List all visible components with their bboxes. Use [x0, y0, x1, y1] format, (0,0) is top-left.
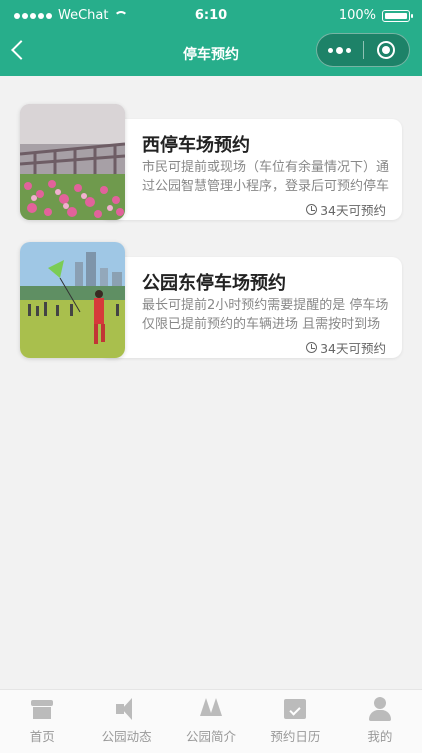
parking-card-east[interactable]: 公园东停车场预约 最长可提前2小时预约需要提醒的是 停车场仅限已提前预约的车辆进… [20, 242, 402, 358]
battery-label: 100% [338, 8, 376, 23]
tab-profile[interactable]: 我的 [338, 690, 422, 753]
card-thumbnail [20, 242, 125, 358]
tab-home[interactable]: 首页 [0, 690, 84, 753]
card-thumbnail [20, 104, 125, 220]
tab-label: 首页 [29, 729, 55, 744]
park-kite-image [20, 242, 125, 358]
card-description: 最长可提前2小时预约需要提醒的是 停车场仅限已提前预约的车辆进场 且需按时到场 [142, 298, 389, 332]
nav-bar: 停车预约 [0, 30, 422, 76]
card-title: 西停车场预约 [142, 135, 250, 156]
battery-icon [382, 9, 413, 22]
alarm-clock-icon [306, 204, 318, 215]
tab-park-intro[interactable]: 公园简介 [169, 690, 253, 753]
tree-icon [198, 696, 224, 722]
miniprogram-capsule [316, 33, 410, 67]
available-days-label: 34天可预约 [320, 341, 386, 356]
tab-label: 预约日历 [270, 729, 321, 744]
parking-card-west[interactable]: 西停车场预约 市民可提前或现场（车位有余量情况下）通过公园智慧管理小程序，登录后… [20, 104, 402, 220]
tab-label: 我的 [367, 729, 393, 744]
available-days: 34天可预约 [306, 200, 386, 219]
card-description: 市民可提前或现场（车位有余量情况下）通过公园智慧管理小程序，登录后可预约停车 [142, 160, 390, 194]
tab-booking-calendar[interactable]: 预约日历 [253, 690, 337, 753]
flower-garden-image [20, 104, 125, 220]
more-menu-button[interactable] [317, 46, 363, 54]
tab-label: 公园简介 [186, 729, 237, 744]
home-icon [29, 696, 55, 722]
status-bar: WeChat 6:10 100% [0, 0, 422, 30]
close-miniprogram-button[interactable] [363, 41, 409, 59]
battery-group: 100% [338, 8, 413, 23]
tab-bar: 首页 公园动态 公园简介 预约日历 我的 [0, 689, 422, 753]
available-days: 34天可预约 [306, 338, 386, 357]
calendar-icon [282, 696, 308, 722]
user-icon [367, 696, 393, 722]
tab-park-news[interactable]: 公园动态 [84, 690, 168, 753]
horn-icon [114, 696, 140, 722]
available-days-label: 34天可预约 [320, 203, 386, 218]
alarm-clock-icon [306, 342, 318, 353]
card-title: 公园东停车场预约 [142, 273, 286, 294]
tab-label: 公园动态 [101, 729, 152, 744]
target-icon [377, 41, 396, 59]
back-icon[interactable] [11, 40, 31, 60]
